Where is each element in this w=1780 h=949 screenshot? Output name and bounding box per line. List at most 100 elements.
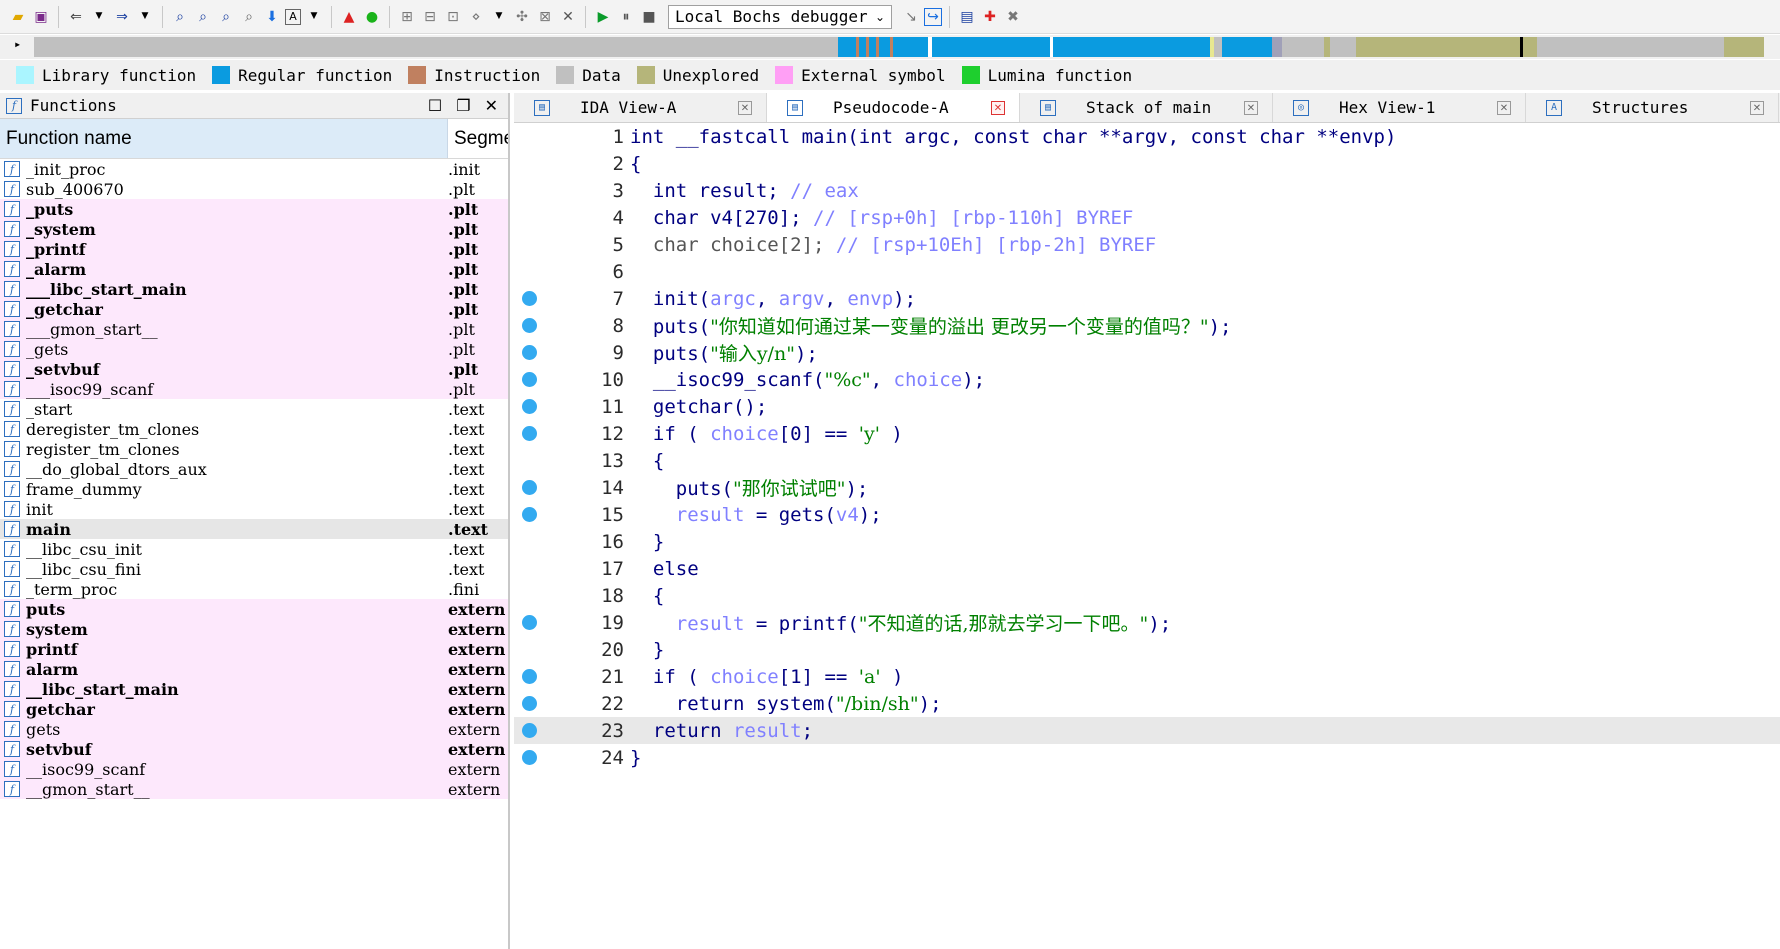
pseudocode-view[interactable]: 1 int __fastcall main(int argc, const cha… <box>514 123 1780 771</box>
function-row[interactable]: f _term_proc .fini <box>0 579 508 599</box>
code-line[interactable]: 19 result = printf("不知道的话,那就去学习一下吧。"); <box>514 609 1780 636</box>
breakpoint-gutter[interactable] <box>514 474 574 501</box>
breakpoint-dot-icon[interactable] <box>522 372 537 387</box>
add-breakpoint-icon[interactable]: ✚ <box>980 7 1000 27</box>
code-line[interactable]: 14 puts("那你试试吧"); <box>514 474 1780 501</box>
code-line[interactable]: 3 int result; // eax <box>514 177 1780 204</box>
tab-close-icon[interactable]: ✕ <box>991 101 1005 115</box>
tab-structures[interactable]: A Structures ✕ <box>1526 93 1779 122</box>
chevron-down-icon[interactable]: ▼ <box>489 7 509 27</box>
graph-group-icon[interactable]: ⋄ <box>466 7 486 27</box>
code-line[interactable]: 16 } <box>514 528 1780 555</box>
breakpoint-gutter[interactable] <box>514 420 574 447</box>
code-line[interactable]: 18 { <box>514 582 1780 609</box>
code-line[interactable]: 11 getchar(); <box>514 393 1780 420</box>
function-row[interactable]: f _printf .plt <box>0 239 508 259</box>
code-line[interactable]: 4 char v4[270]; // [rsp+0h] [rbp-110h] B… <box>514 204 1780 231</box>
code-line[interactable]: 24} <box>514 744 1780 771</box>
code-line[interactable]: 15 result = gets(v4); <box>514 501 1780 528</box>
breakpoint-list-icon[interactable]: ▤ <box>957 7 977 27</box>
stop-icon[interactable]: ■ <box>639 7 659 27</box>
breakpoint-dot-icon[interactable] <box>522 399 537 414</box>
navigation-strip[interactable] <box>34 37 1764 57</box>
breakpoint-gutter[interactable] <box>514 258 574 285</box>
breakpoint-gutter[interactable] <box>514 690 574 717</box>
function-row[interactable]: f __libc_csu_init .text <box>0 539 508 559</box>
breakpoint-gutter[interactable] <box>514 744 574 771</box>
code-line[interactable]: 12 if ( choice[0] == 'y' ) <box>514 420 1780 447</box>
function-row[interactable]: f _setvbuf .plt <box>0 359 508 379</box>
open-folder-icon[interactable]: ▰ <box>8 7 28 27</box>
code-line[interactable]: 5 char choice[2]; // [rsp+10Eh] [rbp-2h]… <box>514 231 1780 258</box>
breakpoint-gutter[interactable] <box>514 285 574 312</box>
function-row[interactable]: f _init_proc .init <box>0 159 508 179</box>
breakpoint-gutter[interactable] <box>514 177 574 204</box>
function-row[interactable]: f _getchar .plt <box>0 299 508 319</box>
play-icon[interactable]: ▶ <box>593 7 613 27</box>
column-header-segment[interactable]: Segment <box>448 119 508 158</box>
function-row[interactable]: f ___libc_start_main .plt <box>0 279 508 299</box>
code-line[interactable]: 7 init(argc, argv, envp); <box>514 285 1780 312</box>
code-line[interactable]: 17 else <box>514 555 1780 582</box>
function-row[interactable]: f frame_dummy .text <box>0 479 508 499</box>
pause-icon[interactable]: ⏸ <box>616 7 636 27</box>
function-row[interactable]: f system extern <box>0 619 508 639</box>
function-row[interactable]: f _alarm .plt <box>0 259 508 279</box>
breakpoint-gutter[interactable] <box>514 231 574 258</box>
breakpoint-gutter[interactable] <box>514 555 574 582</box>
search-binary-icon[interactable]: ⌕ <box>170 7 190 27</box>
breakpoint-gutter[interactable] <box>514 636 574 663</box>
breakpoint-dot-icon[interactable] <box>522 669 537 684</box>
code-line[interactable]: 2{ <box>514 150 1780 177</box>
maximize-icon[interactable]: ☐ <box>428 96 442 115</box>
function-row[interactable]: f ___gmon_start__ .plt <box>0 319 508 339</box>
code-line[interactable]: 13 { <box>514 447 1780 474</box>
function-row[interactable]: f _puts .plt <box>0 199 508 219</box>
function-row[interactable]: f main .text <box>0 519 508 539</box>
function-row[interactable]: f _start .text <box>0 399 508 419</box>
tab-ida-view-a[interactable]: ▤ IDA View-A ✕ <box>514 93 767 122</box>
graph-layout-icon[interactable]: ⊟ <box>420 7 440 27</box>
chevron-down-icon[interactable]: ▼ <box>304 7 324 27</box>
tab-close-icon[interactable]: ✕ <box>1244 101 1258 115</box>
jump-down-icon[interactable]: ⬇ <box>262 7 282 27</box>
function-row[interactable]: f __do_global_dtors_aux .text <box>0 459 508 479</box>
breakpoint-dot-icon[interactable] <box>522 507 537 522</box>
script-icon[interactable]: ⊠ <box>535 7 555 27</box>
search-next-icon[interactable]: ⌕ <box>239 7 259 27</box>
breakpoint-gutter[interactable] <box>514 204 574 231</box>
function-row[interactable]: f __isoc99_scanf extern <box>0 759 508 779</box>
function-row[interactable]: f __gmon_start__ extern <box>0 779 508 799</box>
breakpoint-gutter[interactable] <box>514 339 574 366</box>
function-row[interactable]: f deregister_tm_clones .text <box>0 419 508 439</box>
graph-expand-icon[interactable]: ⊡ <box>443 7 463 27</box>
green-circle-icon[interactable]: ● <box>362 7 382 27</box>
breakpoint-dot-icon[interactable] <box>522 696 537 711</box>
tab-close-icon[interactable]: ✕ <box>1750 101 1764 115</box>
function-row[interactable]: f sub_400670 .plt <box>0 179 508 199</box>
step-into-icon[interactable]: ↘ <box>901 7 921 27</box>
code-line[interactable]: 23 return result; <box>514 717 1780 744</box>
code-line[interactable]: 8 puts("你知道如何通过某一变量的溢出 更改另一个变量的值吗？"); <box>514 312 1780 339</box>
function-row[interactable]: f alarm extern <box>0 659 508 679</box>
breakpoint-gutter[interactable] <box>514 501 574 528</box>
breakpoint-gutter[interactable] <box>514 528 574 555</box>
chevron-down-icon[interactable]: ▼ <box>89 7 109 27</box>
save-icon[interactable]: ▣ <box>31 7 51 27</box>
code-line[interactable]: 22 return system("/bin/sh"); <box>514 690 1780 717</box>
breakpoint-dot-icon[interactable] <box>522 750 537 765</box>
code-line[interactable]: 10 __isoc99_scanf("%c", choice); <box>514 366 1780 393</box>
search-text-icon[interactable]: ⌕ <box>193 7 213 27</box>
breakpoint-gutter[interactable] <box>514 447 574 474</box>
tab-close-icon[interactable]: ✕ <box>1497 101 1511 115</box>
function-row[interactable]: f __libc_csu_fini .text <box>0 559 508 579</box>
function-row[interactable]: f printf extern <box>0 639 508 659</box>
forward-arrow-icon[interactable]: ⇒ <box>112 7 132 27</box>
tab-close-icon[interactable]: ✕ <box>738 101 752 115</box>
text-format-icon[interactable]: A <box>285 8 301 25</box>
function-row[interactable]: f register_tm_clones .text <box>0 439 508 459</box>
code-line[interactable]: 20 } <box>514 636 1780 663</box>
function-row[interactable]: f _system .plt <box>0 219 508 239</box>
function-row[interactable]: f getchar extern <box>0 699 508 719</box>
code-line[interactable]: 9 puts("输入y/n"); <box>514 339 1780 366</box>
